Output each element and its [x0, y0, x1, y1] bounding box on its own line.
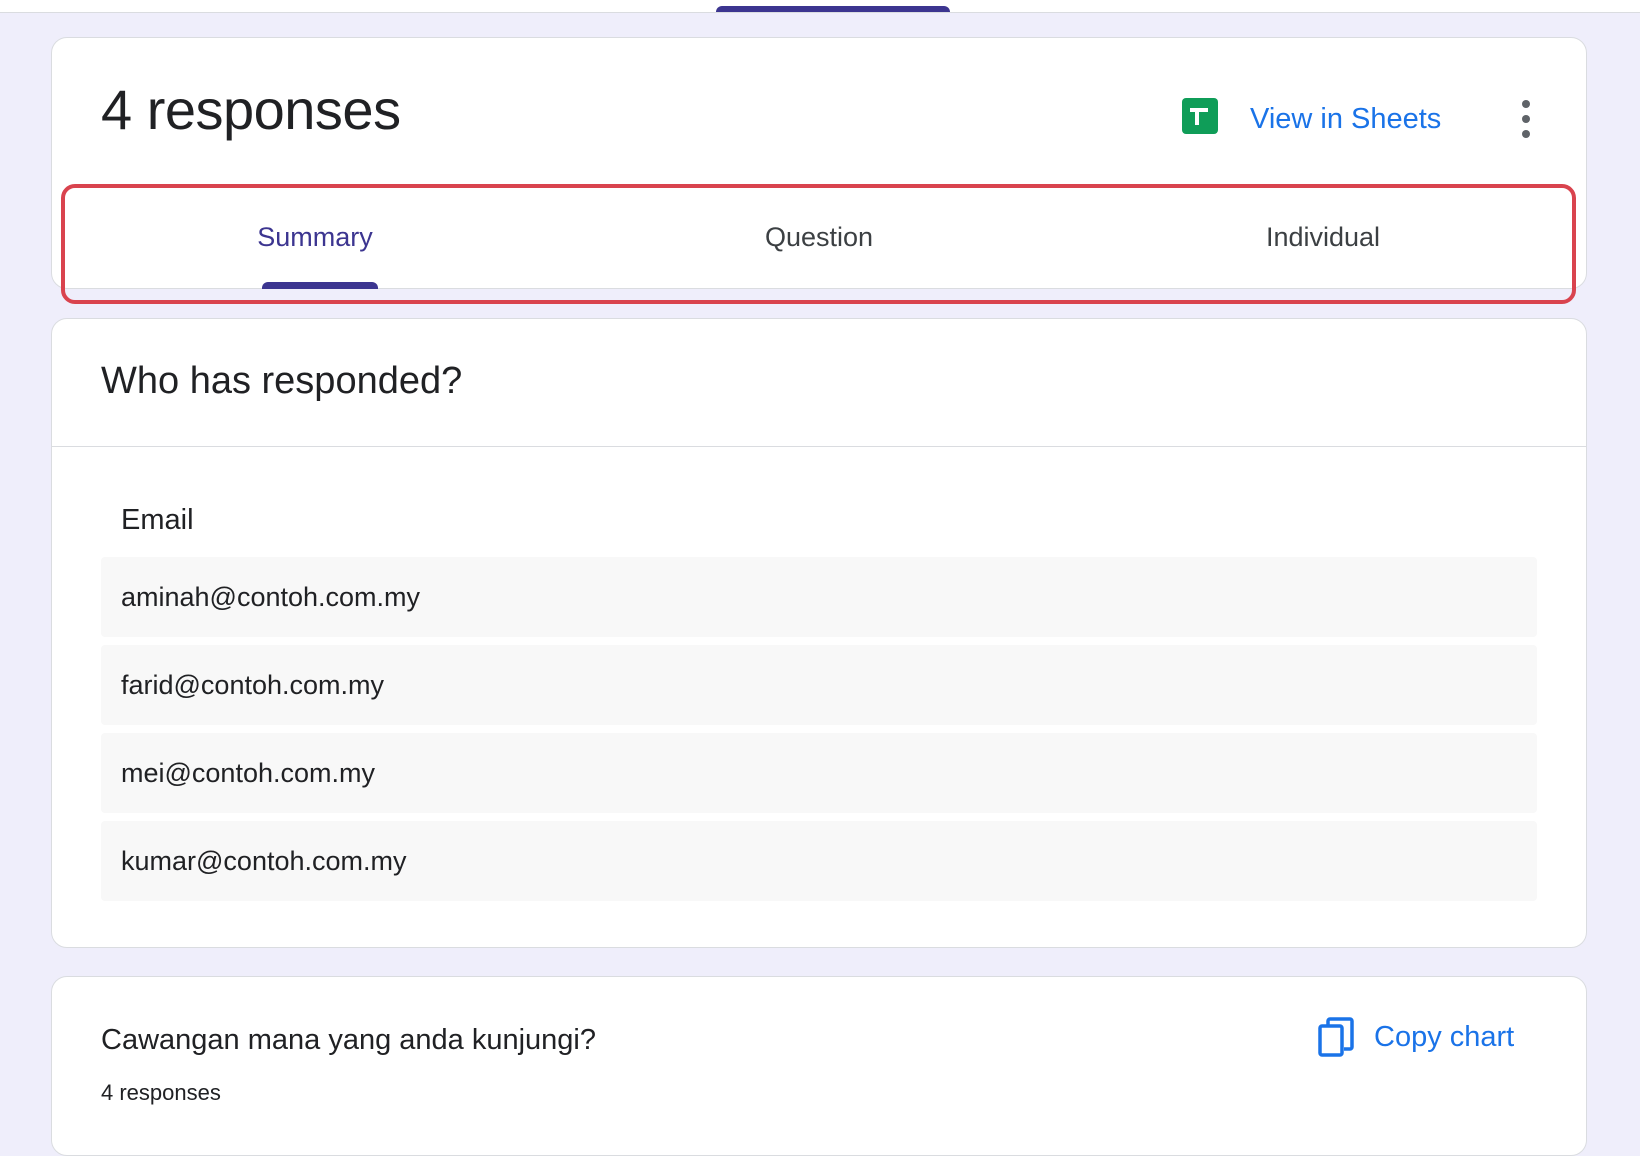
- copy-chart-button[interactable]: Copy chart: [1318, 1015, 1514, 1059]
- copy-chart-label: Copy chart: [1374, 1020, 1515, 1053]
- top-tab-indicator: [716, 6, 950, 12]
- responses-header-card: 4 responses View in Sheets Summary Quest…: [51, 37, 1587, 289]
- who-responded-title: Who has responded?: [101, 360, 463, 402]
- tab-individual[interactable]: Individual: [1071, 185, 1575, 289]
- question-title: Cawangan mana yang anda kunjungi?: [101, 1024, 596, 1056]
- google-sheets-icon[interactable]: [1182, 98, 1218, 134]
- section-divider: [52, 446, 1586, 447]
- email-row: kumar@contoh.com.my: [101, 821, 1537, 901]
- question-response-count: 4 responses: [101, 1080, 221, 1105]
- email-row: aminah@contoh.com.my: [101, 557, 1537, 637]
- email-row: mei@contoh.com.my: [101, 733, 1537, 813]
- copy-icon: [1318, 1017, 1354, 1057]
- who-responded-card: Who has responded? Email aminah@contoh.c…: [51, 318, 1587, 948]
- responses-count-title: 4 responses: [101, 78, 401, 141]
- tab-summary[interactable]: Summary: [63, 185, 567, 289]
- more-options-icon[interactable]: [1516, 100, 1536, 138]
- response-tabs: Summary Question Individual: [63, 185, 1575, 289]
- email-row: farid@contoh.com.my: [101, 645, 1537, 725]
- view-in-sheets-link[interactable]: View in Sheets: [1250, 102, 1441, 137]
- tab-question[interactable]: Question: [567, 185, 1071, 289]
- active-tab-indicator: [262, 282, 378, 289]
- email-column-label: Email: [121, 504, 194, 536]
- question-chart-card: Cawangan mana yang anda kunjungi? 4 resp…: [51, 976, 1587, 1156]
